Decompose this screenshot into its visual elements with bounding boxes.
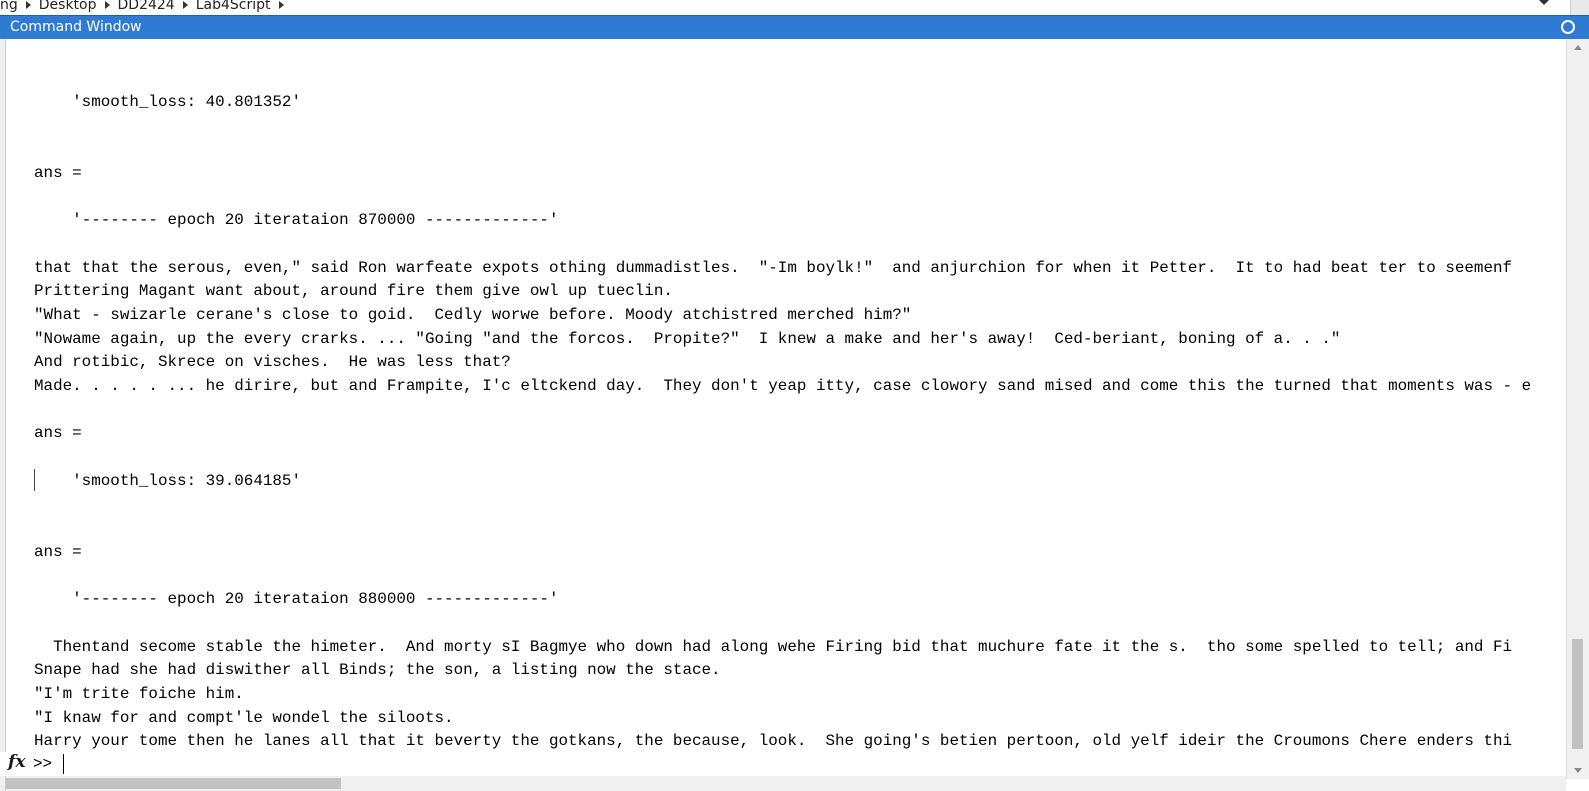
console-line: 'smooth_loss: 39.064185' bbox=[34, 471, 302, 490]
console-line: '-------- epoch 20 iterataion 870000 ---… bbox=[34, 211, 559, 230]
console-line: And rotibic, Skrece on visches. He was l… bbox=[34, 353, 511, 372]
breadcrumb-item-3[interactable]: Lab4Script bbox=[196, 0, 277, 13]
command-input[interactable] bbox=[60, 753, 1552, 775]
console-text: 'smooth_loss: 40.801352' ans = '-------- … bbox=[34, 67, 1531, 752]
console-line: "I'm trite foiche him. bbox=[34, 684, 244, 703]
console-line: "What - swizarle cerane's close to goid.… bbox=[34, 305, 912, 324]
matlab-desktop: ng Desktop DD2424 Lab4Script Command Win… bbox=[0, 0, 1589, 791]
console-line: Made. . . . . ... he dirire, but and Fra… bbox=[34, 376, 1532, 395]
console-line: "Nowame again, up the every crarks. ... … bbox=[34, 329, 1341, 348]
horizontal-scrollbar[interactable] bbox=[6, 776, 1566, 791]
input-caret bbox=[63, 754, 64, 774]
console-line: that that the serous, even," said Ron wa… bbox=[34, 258, 1513, 277]
current-folder-bar[interactable]: ng Desktop DD2424 Lab4Script bbox=[0, 0, 1589, 15]
scroll-down-arrow-icon[interactable] bbox=[1574, 768, 1582, 773]
breadcrumb-item-0[interactable]: ng bbox=[0, 0, 24, 13]
text-cursor bbox=[34, 469, 35, 491]
console-line: Harry your tome then he lanes all that i… bbox=[34, 732, 1513, 751]
console-line: "I knaw for and compt'le wondel the silo… bbox=[34, 708, 454, 727]
console-line: Snape had she had diswither all Binds; t… bbox=[34, 661, 721, 680]
function-browser-icon[interactable]: fx bbox=[8, 752, 25, 772]
breadcrumb: ng Desktop DD2424 Lab4Script bbox=[0, 0, 292, 15]
command-prompt-row[interactable]: fx >> bbox=[0, 752, 1566, 776]
vertical-scroll-thumb[interactable] bbox=[1572, 639, 1583, 749]
window-title: Command Window bbox=[10, 19, 142, 35]
console-line: Prittering Magant want about, around fir… bbox=[34, 282, 673, 301]
scroll-up-button[interactable] bbox=[1570, 0, 1589, 15]
breadcrumb-item-1[interactable]: Desktop bbox=[39, 0, 103, 13]
console-line: ans = bbox=[34, 424, 82, 443]
chevron-down-icon[interactable] bbox=[1539, 0, 1549, 5]
command-output[interactable]: 'smooth_loss: 40.801352' ans = '-------- … bbox=[6, 39, 1566, 752]
breadcrumb-separator-icon[interactable] bbox=[182, 1, 188, 9]
console-line: ans = bbox=[34, 542, 82, 561]
breadcrumb-separator-icon[interactable] bbox=[25, 1, 31, 9]
console-line: ans = bbox=[34, 163, 82, 182]
vertical-scrollbar[interactable] bbox=[1566, 39, 1589, 779]
scroll-up-arrow-icon[interactable] bbox=[1574, 45, 1582, 50]
console-line: 'smooth_loss: 40.801352' bbox=[34, 92, 302, 111]
command-window-titlebar[interactable]: Command Window bbox=[0, 15, 1589, 39]
prompt-symbol: >> bbox=[33, 755, 53, 773]
horizontal-scroll-thumb[interactable] bbox=[6, 778, 341, 789]
breadcrumb-item-2[interactable]: DD2424 bbox=[118, 0, 181, 13]
breadcrumb-separator-icon[interactable] bbox=[278, 1, 284, 9]
console-line: '-------- epoch 20 iterataion 880000 ---… bbox=[34, 590, 559, 609]
window-actions-icon[interactable] bbox=[1561, 20, 1575, 34]
console-line: Thentand secome stable the himeter. And … bbox=[34, 637, 1513, 656]
breadcrumb-separator-icon[interactable] bbox=[104, 1, 110, 9]
